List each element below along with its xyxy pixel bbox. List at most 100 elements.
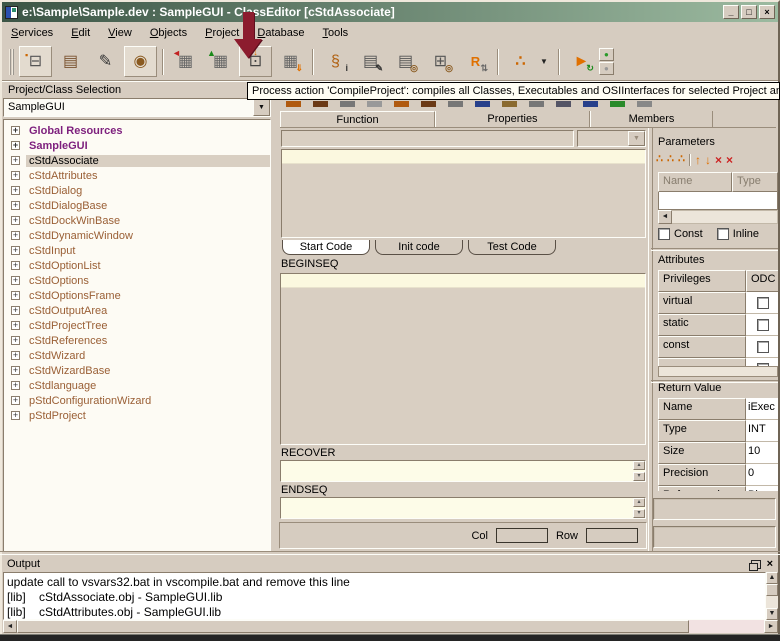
return-value-row-label[interactable]: Type	[658, 420, 746, 442]
tree-item[interactable]: +cStdOutputArea	[4, 303, 270, 318]
scroll-track[interactable]	[766, 596, 778, 608]
script-info-button[interactable]: § i	[319, 46, 352, 77]
tree-item[interactable]: +cStdlanguage	[4, 378, 270, 393]
expand-icon[interactable]: +	[11, 306, 20, 315]
code-cursor-line[interactable]	[281, 274, 645, 288]
class-browser-button[interactable]: ◉	[124, 46, 157, 77]
parameters-table-body[interactable]	[658, 192, 778, 210]
tree-item[interactable]: +cStdDialog	[4, 183, 270, 198]
title-bar[interactable]: e:\Sample\Sample.dev : SampleGUI - Class…	[2, 2, 778, 22]
toolbar2-icon-sliver[interactable]	[502, 101, 517, 107]
tree-item-global-resources[interactable]: +Global Resources	[4, 123, 270, 138]
parameters-col-name[interactable]: Name	[658, 172, 732, 192]
toolbar2-icon-sliver[interactable]	[556, 101, 571, 107]
beginseq-code-area[interactable]	[280, 273, 646, 445]
toolbar-drag-handle[interactable]	[9, 49, 14, 75]
move-up-icon[interactable]: ↑	[695, 154, 701, 166]
delete-parameter-icon[interactable]: ×	[715, 154, 722, 166]
tree-item[interactable]: +cStdWizard	[4, 348, 270, 363]
refresh-references-button[interactable]: R ⇅	[459, 46, 492, 77]
maximize-button[interactable]: □	[741, 5, 757, 19]
toolbar2-icon-sliver[interactable]	[610, 101, 625, 107]
virtual-checkbox[interactable]	[757, 297, 769, 309]
spin-up-icon[interactable]: ▴	[633, 461, 645, 470]
function-list-cursor-row[interactable]	[282, 150, 645, 164]
return-value-row-label[interactable]: Name	[658, 398, 746, 420]
toolbar2-icon-sliver[interactable]	[637, 101, 652, 107]
toolbar2-icon-sliver[interactable]	[340, 101, 355, 107]
expand-icon[interactable]: +	[11, 261, 20, 270]
tree-item[interactable]: +cStdOptions	[4, 273, 270, 288]
output-list[interactable]: update call to vsvars32.bat in vscompile…	[3, 572, 766, 620]
expand-icon[interactable]: +	[11, 291, 20, 300]
tree-item[interactable]: +cStdAttributes	[4, 168, 270, 183]
menu-objects[interactable]: Objects	[141, 24, 196, 42]
attributes-col-odc[interactable]: ODC	[746, 270, 778, 292]
tree-item[interactable]: +cStdDynamicWindow	[4, 228, 270, 243]
find-in-files-button[interactable]: ⊞ ◎	[424, 46, 457, 77]
tree-item[interactable]: +pStdProject	[4, 408, 270, 423]
expand-icon[interactable]: +	[11, 126, 20, 135]
expand-icon[interactable]: +	[11, 231, 20, 240]
toolbar2-icon-sliver[interactable]	[448, 101, 463, 107]
expand-icon[interactable]: +	[11, 366, 20, 375]
close-output-icon[interactable]: ×	[767, 559, 773, 570]
menu-services[interactable]: Services	[2, 24, 62, 42]
recover-field[interactable]: ▴ ▾	[280, 460, 646, 482]
menu-view[interactable]: View	[99, 24, 141, 42]
spin-down-icon[interactable]: ▾	[633, 509, 645, 518]
tab-init-code[interactable]: Init code	[375, 240, 463, 255]
output-line[interactable]: [lib] cStdAssociate.obj - SampleGUI.lib	[7, 590, 765, 605]
close-button[interactable]: ×	[759, 5, 775, 19]
attributes-col-privileges[interactable]: Privileges	[658, 270, 746, 292]
static-checkbox[interactable]	[757, 319, 769, 331]
expand-icon[interactable]: +	[11, 351, 20, 360]
float-window-icon[interactable]	[751, 560, 761, 569]
run-project-button[interactable]: ► ↻	[565, 46, 598, 77]
const-checkbox[interactable]	[658, 228, 670, 240]
attribute-row-label[interactable]: static	[658, 314, 746, 336]
expand-icon[interactable]: +	[11, 156, 20, 165]
parameters-col-type[interactable]: Type	[732, 172, 778, 192]
toolbar2-icon-sliver[interactable]	[367, 101, 382, 107]
attribute-row-label[interactable]: const	[658, 336, 746, 358]
toolbar2-icon-sliver[interactable]	[529, 101, 544, 107]
breakpoint-toggle-button[interactable]: ● ●	[599, 48, 614, 75]
expand-icon[interactable]: +	[11, 321, 20, 330]
output-line[interactable]: [lib] cStdAttributes.obj - SampleGUI.lib	[7, 605, 765, 620]
project-selector-combobox[interactable]: SampleGUI ▼	[3, 98, 271, 117]
return-value-row-label[interactable]: Precision	[658, 464, 746, 486]
expand-icon[interactable]: +	[11, 396, 20, 405]
tab-properties[interactable]: Properties	[435, 111, 590, 127]
parameters-hscrollbar[interactable]: ◄	[658, 210, 778, 224]
inline-checkbox-group[interactable]: Inline	[717, 228, 759, 240]
return-value-name[interactable]: iExec	[746, 398, 778, 420]
add-reference-parameter-icon[interactable]: ∴	[667, 154, 674, 165]
tab-test-code[interactable]: Test Code	[468, 240, 556, 255]
expand-icon[interactable]: +	[11, 381, 20, 390]
expand-icon[interactable]: +	[11, 246, 20, 255]
expand-icon[interactable]: +	[11, 201, 20, 210]
class-hierarchy-button[interactable]: ⊟ ▪	[19, 46, 52, 77]
tree-item[interactable]: +cStdDockWinBase	[4, 213, 270, 228]
tab-start-code[interactable]: Start Code	[282, 240, 370, 255]
tree-item[interactable]: +cStdInput	[4, 243, 270, 258]
function-name-input[interactable]	[281, 130, 574, 147]
toolbar2-icon-sliver[interactable]	[421, 101, 436, 107]
delete-all-parameters-icon[interactable]: ×	[726, 154, 733, 166]
scroll-right-icon[interactable]: ►	[764, 620, 778, 633]
chevron-down-icon[interactable]: ▼	[628, 131, 645, 146]
toolbar2-icon-sliver[interactable]	[313, 101, 328, 107]
tree-item[interactable]: +cStdReferences	[4, 333, 270, 348]
const-checkbox-group[interactable]: Const	[658, 228, 703, 240]
spin-up-icon[interactable]: ▴	[633, 498, 645, 507]
scroll-up-icon[interactable]: ▲	[766, 572, 778, 584]
expand-icon[interactable]: +	[11, 216, 20, 225]
scroll-down-icon[interactable]: ▼	[766, 608, 778, 620]
output-vscrollbar[interactable]: ▲ ▼	[766, 572, 778, 620]
function-list[interactable]	[281, 149, 646, 238]
tree-item-cstdassociate[interactable]: +cStdAssociate	[4, 153, 270, 168]
tab-members[interactable]: Members	[590, 111, 713, 127]
minimize-button[interactable]: _	[723, 5, 739, 19]
scroll-track[interactable]	[689, 620, 764, 633]
